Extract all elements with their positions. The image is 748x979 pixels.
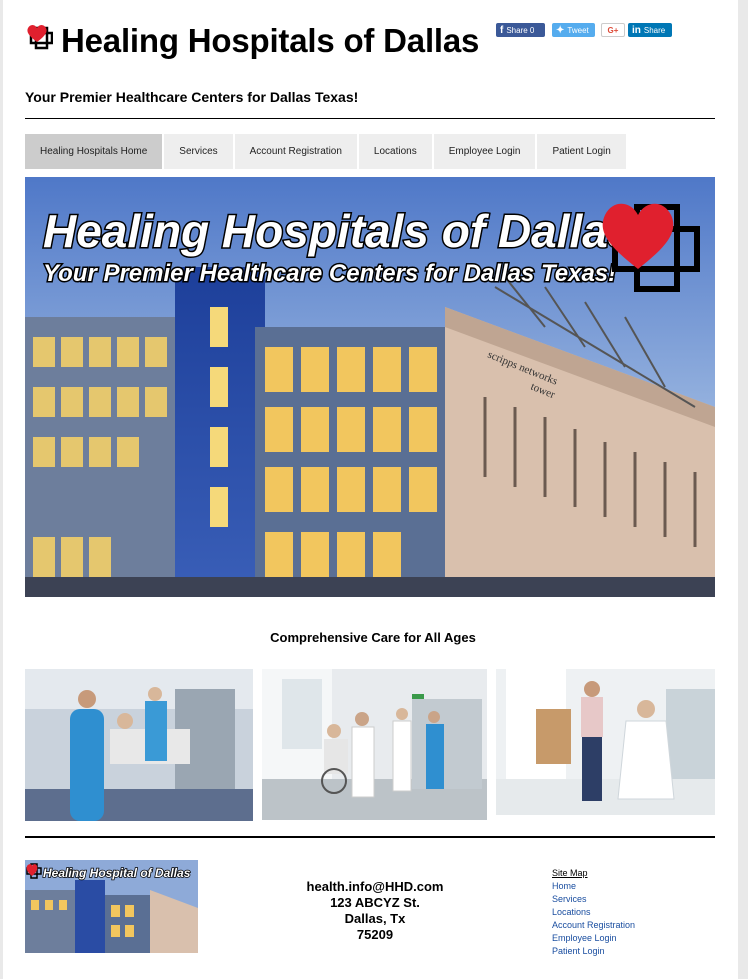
google-plus-label: G+	[607, 25, 619, 35]
contact-info: health.info@HHD.com 123 ABCYZ St. Dallas…	[258, 879, 492, 943]
hero-title: Healing Hospitals of Dallas	[43, 205, 633, 257]
linkedin-share-label: Share	[643, 25, 666, 35]
heart-cross-logo-icon[interactable]	[25, 22, 53, 50]
sitemap-link-services[interactable]: Services	[552, 893, 635, 906]
header-divider	[25, 118, 715, 119]
sitemap-link-account-registration[interactable]: Account Registration	[552, 919, 635, 932]
twitter-tweet-label: Tweet	[567, 25, 589, 35]
hero-subtitle: Your Premier Healthcare Centers for Dall…	[43, 260, 616, 287]
sitemap-link-patient-login[interactable]: Patient Login	[552, 945, 635, 958]
nav-item-patient-login[interactable]: Patient Login	[537, 134, 626, 169]
footer-logo-text: Healing Hospital of Dallas	[43, 866, 191, 880]
hospital-building-image: scripps networks tower Healing Hospitals…	[25, 177, 715, 597]
google-plus-button[interactable]: G+	[601, 23, 625, 37]
twitter-tweet-button[interactable]: ✦ Tweet	[552, 23, 595, 37]
photo-hospital-corridor	[262, 669, 487, 820]
contact-city: Dallas, Tx	[344, 911, 406, 926]
sitemap-link-locations[interactable]: Locations	[552, 906, 635, 919]
facebook-share-label: Share 0	[506, 25, 535, 35]
site-title: Healing Hospitals of Dallas	[61, 22, 480, 59]
nav-item-services[interactable]: Services	[164, 134, 233, 169]
contact-zip: 75209	[356, 927, 394, 942]
section-title: Comprehensive Care for All Ages	[270, 630, 476, 645]
footer-divider	[25, 836, 715, 838]
hero-banner: scripps networks tower Healing Hospitals…	[25, 177, 715, 597]
nav-item-employee-login[interactable]: Employee Login	[433, 134, 536, 169]
footer-logo-image[interactable]: Healing Hospital of Dallas	[25, 860, 198, 953]
nav-item-locations[interactable]: Locations	[358, 134, 432, 169]
sitemap-link-employee-login[interactable]: Employee Login	[552, 932, 635, 945]
sitemap-link-home[interactable]: Home	[552, 880, 635, 893]
main-nav: Healing Hospitals Home Services Account …	[25, 134, 628, 169]
nav-item-home[interactable]: Healing Hospitals Home	[25, 134, 163, 169]
page: Healing Hospitals of Dallas f Share 0 ✦ …	[3, 0, 738, 979]
twitter-icon: ✦	[556, 24, 565, 36]
contact-email[interactable]: health.info@HHD.com	[258, 879, 492, 895]
linkedin-icon: in	[632, 24, 641, 36]
photo-patient-transport	[25, 669, 253, 821]
site-map: Site Map Home Services Locations Account…	[552, 867, 635, 958]
photo-doctor-with-child	[496, 669, 715, 815]
site-map-title[interactable]: Site Map	[552, 867, 635, 880]
facebook-icon: f	[500, 24, 504, 36]
contact-address: 123 ABCYZ St.	[330, 895, 420, 910]
site-tagline: Your Premier Healthcare Centers for Dall…	[25, 89, 359, 105]
nav-item-account-registration[interactable]: Account Registration	[234, 134, 357, 169]
linkedin-share-button[interactable]: in Share	[628, 23, 672, 37]
facebook-share-button[interactable]: f Share 0	[496, 23, 545, 37]
